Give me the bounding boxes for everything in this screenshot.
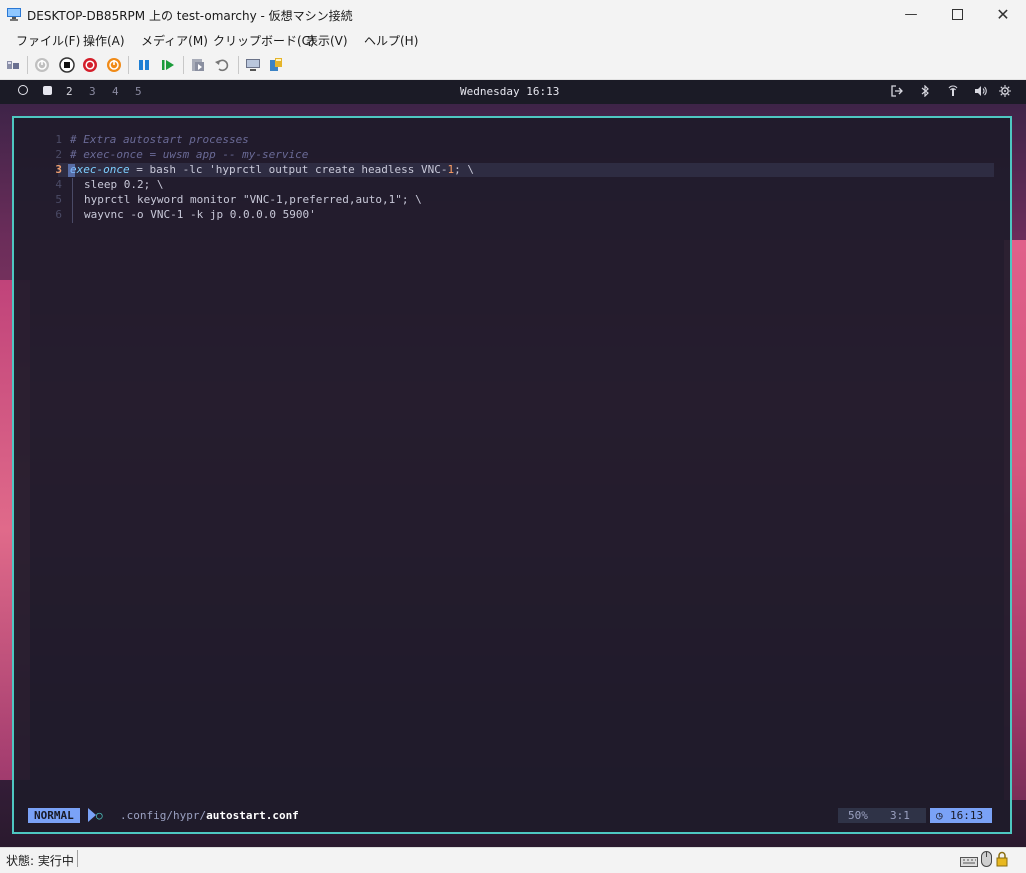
line-number: 6 — [55, 208, 62, 221]
workspace-active-icon[interactable] — [43, 86, 52, 95]
turn-off-icon — [59, 57, 75, 73]
bluetooth-icon[interactable] — [918, 84, 932, 98]
toolbar — [0, 51, 1026, 80]
file-name: autostart.conf — [206, 809, 299, 822]
mode-indicator: NORMAL — [28, 808, 80, 823]
vm-screen[interactable]: 2 3 4 5 Wednesday 16:13 1 # Extra autost… — [0, 80, 1026, 847]
minimize-icon: — — [904, 7, 918, 22]
toolbar-separator — [238, 56, 239, 74]
menu-action[interactable]: 操作(A) — [83, 32, 125, 49]
shutdown-button[interactable] — [81, 56, 99, 74]
line-number: 1 — [55, 133, 62, 146]
keyword-token: exec-once — [70, 163, 130, 176]
code-line[interactable]: # Extra autostart processes — [70, 133, 249, 146]
code-line[interactable]: wayvnc -o VNC-1 -k jp 0.0.0.0 5900' — [84, 208, 316, 221]
terminal-window[interactable]: 1 # Extra autostart processes 2 # exec-o… — [12, 116, 1012, 834]
status-separator — [77, 850, 78, 867]
shutdown-icon — [83, 58, 97, 72]
exit-icon[interactable] — [890, 84, 904, 98]
reset-button[interactable] — [159, 56, 177, 74]
revert-button[interactable] — [213, 56, 231, 74]
powerline-separator — [88, 808, 96, 822]
toolbar-separator — [128, 56, 129, 74]
ctrl-alt-del-button[interactable] — [4, 56, 22, 74]
workspace-4[interactable]: 4 — [112, 85, 119, 98]
checkpoint-button[interactable] — [189, 56, 207, 74]
menu-media[interactable]: メディア(M) — [141, 32, 208, 49]
waybar-clock[interactable]: Wednesday 16:13 — [460, 85, 559, 98]
ctrl-alt-del-icon — [7, 61, 19, 69]
line-number: 5 — [55, 193, 62, 206]
toolbar-separator — [27, 56, 28, 74]
code-line[interactable]: hyprctl keyword monitor "VNC-1,preferred… — [84, 193, 422, 206]
window-title: DESKTOP-DB85RPM 上の test-omarchy - 仮想マシン接… — [27, 9, 353, 23]
pause-icon — [139, 60, 149, 70]
indent-guide — [72, 178, 73, 223]
menu-file[interactable]: ファイル(F) — [16, 32, 80, 49]
menu-help[interactable]: ヘルプ(H) — [364, 32, 418, 49]
cpu-icon[interactable] — [998, 84, 1012, 98]
start-icon — [35, 58, 49, 72]
line-number: 4 — [55, 178, 62, 191]
cursor-position: 3:1 — [890, 809, 910, 822]
code-token: ; \ — [454, 163, 474, 176]
code-line-current[interactable]: exec-once = bash -lc 'hyprctl output cre… — [70, 163, 474, 176]
close-button[interactable]: ✕ — [980, 0, 1026, 29]
keyboard-icon — [960, 853, 978, 872]
code-token: = bash -lc 'hyprctl output create headle… — [129, 163, 448, 176]
vm-connection-icon — [6, 6, 22, 22]
file-path: .config/hypr/autostart.conf — [120, 809, 299, 822]
scroll-percent: 50% — [848, 809, 868, 822]
checkpoint-icon — [192, 59, 204, 71]
menu-clipboard[interactable]: クリップボード(C) — [213, 32, 315, 49]
maximize-button[interactable] — [934, 0, 980, 29]
minimize-button[interactable]: — — [888, 0, 934, 29]
volume-icon[interactable] — [973, 84, 987, 98]
file-dir: .config/hypr/ — [120, 809, 207, 822]
close-icon: ✕ — [996, 5, 1010, 24]
text-cursor — [68, 164, 75, 177]
workspace-3[interactable]: 3 — [89, 85, 96, 98]
share-button[interactable] — [267, 56, 285, 74]
network-icon[interactable] — [946, 84, 960, 98]
current-line-number: 3 — [55, 163, 62, 176]
filetype-icon: ○ — [96, 809, 103, 822]
status-bar — [0, 847, 1026, 873]
toolbar-separator — [183, 56, 184, 74]
lock-icon — [996, 851, 1008, 871]
line-number: 2 — [55, 148, 62, 161]
menu-view[interactable]: 表示(V) — [306, 32, 348, 49]
share-icon — [270, 58, 282, 71]
workspace-5[interactable]: 5 — [135, 85, 142, 98]
turn-off-button[interactable] — [58, 56, 76, 74]
save-button[interactable] — [105, 56, 123, 74]
revert-icon — [215, 59, 229, 72]
workspace-2[interactable]: 2 — [66, 85, 73, 98]
pause-button[interactable] — [135, 56, 153, 74]
omarchy-menu-icon[interactable] — [18, 85, 28, 95]
enhanced-session-icon — [246, 59, 260, 71]
code-line[interactable]: sleep 0.2; \ — [84, 178, 163, 191]
enhanced-session-button[interactable] — [244, 56, 262, 74]
mouse-icon — [981, 851, 992, 871]
clock-icon: ◷ — [936, 809, 943, 822]
statusline-time: 16:13 — [950, 809, 984, 822]
code-line[interactable]: # exec-once = uwsm app -- my-service — [70, 148, 308, 161]
nvim-statusline: NORMAL ○ .config/hypr/autostart.conf 50%… — [26, 808, 994, 824]
start-button[interactable] — [33, 56, 51, 74]
waybar: 2 3 4 5 Wednesday 16:13 — [0, 80, 1026, 104]
reset-icon — [162, 60, 174, 70]
maximize-icon — [951, 9, 963, 20]
vm-state: 状態: 実行中 — [6, 854, 74, 868]
save-icon — [107, 58, 121, 72]
